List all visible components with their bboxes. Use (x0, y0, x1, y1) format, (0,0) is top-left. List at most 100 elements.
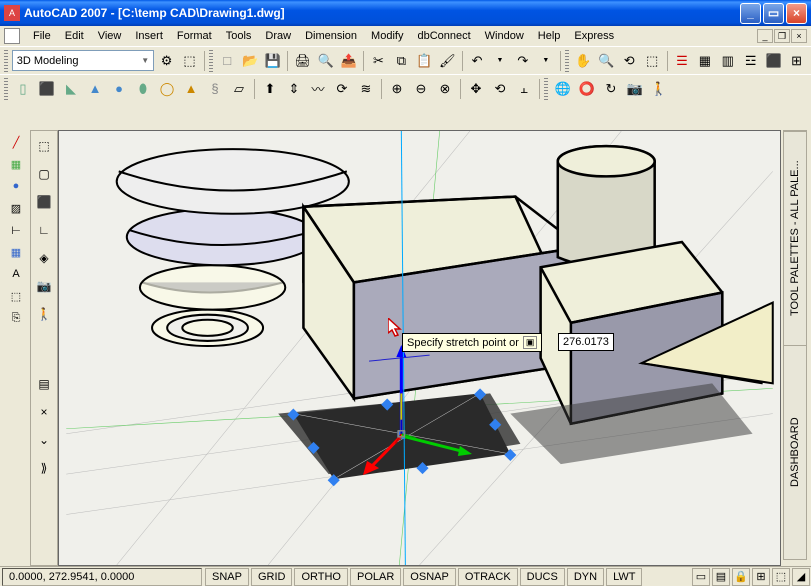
sheet-set-icon[interactable]: ☲ (740, 50, 761, 72)
cone-icon[interactable]: ▲ (84, 78, 106, 100)
cut-icon[interactable]: ✂ (368, 50, 389, 72)
zoom-window-icon[interactable]: ⬚ (642, 50, 663, 72)
menu-view[interactable]: View (91, 28, 129, 44)
copy-icon[interactable]: ⧉ (391, 50, 412, 72)
undo-dropdown-icon[interactable]: ▼ (490, 50, 511, 72)
layer-properties-icon[interactable]: ▤ (33, 373, 55, 395)
status-lwt[interactable]: LWT (606, 568, 642, 586)
menu-help[interactable]: Help (531, 28, 568, 44)
constrained-orbit-icon[interactable]: 🌐 (552, 78, 574, 100)
toolbar-grip[interactable] (4, 50, 8, 72)
tool-sphere-icon[interactable]: ● (6, 176, 26, 196)
collapse-icon[interactable]: ⌄ (33, 429, 55, 451)
open-icon[interactable]: 📂 (240, 50, 261, 72)
document-icon[interactable] (4, 28, 20, 44)
3d-move-icon[interactable]: ✥ (465, 78, 487, 100)
new-icon[interactable]: □ (217, 50, 238, 72)
menu-modify[interactable]: Modify (364, 28, 410, 44)
helix-icon[interactable]: § (204, 78, 226, 100)
menu-format[interactable]: Format (170, 28, 219, 44)
toolbar-grip[interactable] (565, 50, 569, 72)
status-model-icon[interactable]: ▭ (692, 568, 710, 586)
save-icon[interactable]: 💾 (263, 50, 284, 72)
status-clean-icon[interactable]: ⬚ (772, 568, 790, 586)
union-icon[interactable]: ⊕ (386, 78, 408, 100)
status-grid[interactable]: GRID (251, 568, 293, 586)
publish-icon[interactable]: 📤 (338, 50, 359, 72)
camera-icon[interactable]: 📷 (33, 275, 55, 297)
ucs-icon[interactable]: ∟ (33, 219, 55, 241)
walk-small-icon[interactable]: 🚶 (33, 303, 55, 325)
redo-dropdown-icon[interactable]: ▼ (535, 50, 556, 72)
menu-draw[interactable]: Draw (258, 28, 298, 44)
status-annotation-icon[interactable]: ▤ (712, 568, 730, 586)
presspull-icon[interactable]: ⇕ (283, 78, 305, 100)
status-lock-icon[interactable]: 🔒 (732, 568, 750, 586)
planar-surface-icon[interactable]: ▱ (228, 78, 250, 100)
tool-xref-icon[interactable]: ⎘ (6, 308, 26, 328)
swivel-icon[interactable]: 📷 (624, 78, 646, 100)
tool-palettes-tab[interactable]: TOOL PALETTES - ALL PALE... (784, 131, 806, 345)
status-resize-icon[interactable]: ◢ (792, 568, 810, 586)
match-properties-icon[interactable]: 🖌 (437, 50, 458, 72)
markup-icon[interactable]: ⬛ (763, 50, 784, 72)
undo-icon[interactable]: ↶ (467, 50, 488, 72)
menu-edit[interactable]: Edit (58, 28, 91, 44)
dynamic-prompt-icon[interactable]: ▣ (523, 336, 538, 349)
pyramid-icon[interactable]: ▲ (180, 78, 202, 100)
tool-table-icon[interactable]: ▦ (6, 242, 26, 262)
plot-icon[interactable]: 🖨 (292, 50, 313, 72)
torus-icon[interactable]: ◯ (156, 78, 178, 100)
menu-file[interactable]: File (26, 28, 58, 44)
expand-icon[interactable]: ⟫ (33, 457, 55, 479)
wedge-icon[interactable]: ◣ (60, 78, 82, 100)
close-panel-icon[interactable]: × (33, 401, 55, 423)
mdi-minimize[interactable]: _ (757, 29, 773, 43)
status-osnap[interactable]: OSNAP (403, 568, 456, 586)
dynamic-input[interactable]: 276.0173 (558, 333, 614, 351)
toolbar-grip[interactable] (209, 50, 213, 72)
workspace-lock-icon[interactable]: ⬚ (179, 50, 200, 72)
tool-line-icon[interactable]: ╱ (6, 132, 26, 152)
tool-palettes-icon[interactable]: ▥ (717, 50, 738, 72)
tool-text-icon[interactable]: A (6, 264, 26, 284)
extrude-icon[interactable]: ⬆ (259, 78, 281, 100)
maximize-button[interactable]: ▭ (763, 3, 784, 24)
sweep-icon[interactable]: 〰 (307, 78, 329, 100)
toolbar-grip[interactable] (544, 78, 548, 100)
box-small-icon[interactable]: ▢ (33, 163, 55, 185)
status-grid-icon[interactable]: ⊞ (752, 568, 770, 586)
menu-dimension[interactable]: Dimension (298, 28, 364, 44)
dashboard-tab[interactable]: DASHBOARD (784, 345, 806, 559)
3d-rotate-icon[interactable]: ⟲ (489, 78, 511, 100)
design-center-icon[interactable]: ▦ (694, 50, 715, 72)
status-polar[interactable]: POLAR (350, 568, 401, 586)
redo-icon[interactable]: ↷ (512, 50, 533, 72)
tool-block-icon[interactable]: ▦ (6, 154, 26, 174)
sphere-icon[interactable]: ● (108, 78, 130, 100)
workspace-settings-icon[interactable]: ⚙ (156, 50, 177, 72)
minimize-button[interactable]: _ (740, 3, 761, 24)
cylinder-icon[interactable]: ⬮ (132, 78, 154, 100)
revolve-icon[interactable]: ⟳ (331, 78, 353, 100)
mdi-restore[interactable]: ❐ (774, 29, 790, 43)
tool-hatch-icon[interactable]: ▨ (6, 198, 26, 218)
status-ortho[interactable]: ORTHO (294, 568, 348, 586)
menu-window[interactable]: Window (478, 28, 531, 44)
zoom-realtime-icon[interactable]: 🔍 (596, 50, 617, 72)
tool-dimension-icon[interactable]: ⊢ (6, 220, 26, 240)
plot-preview-icon[interactable]: 🔍 (315, 50, 336, 72)
mdi-close[interactable]: × (791, 29, 807, 43)
status-otrack[interactable]: OTRACK (458, 568, 518, 586)
wireframe-icon[interactable]: ⬚ (33, 135, 55, 157)
subtract-icon[interactable]: ⊖ (410, 78, 432, 100)
3d-align-icon[interactable]: ⫠ (513, 78, 535, 100)
status-ducs[interactable]: DUCS (520, 568, 565, 586)
toolbar-grip[interactable] (4, 78, 8, 100)
menu-tools[interactable]: Tools (219, 28, 259, 44)
menu-insert[interactable]: Insert (128, 28, 170, 44)
menu-dbconnect[interactable]: dbConnect (410, 28, 477, 44)
status-coordinates[interactable]: 0.0000, 272.9541, 0.0000 (2, 568, 202, 586)
quickcalc-icon[interactable]: ⊞ (786, 50, 807, 72)
workspace-selector[interactable]: 3D Modeling ▼ (12, 50, 154, 71)
